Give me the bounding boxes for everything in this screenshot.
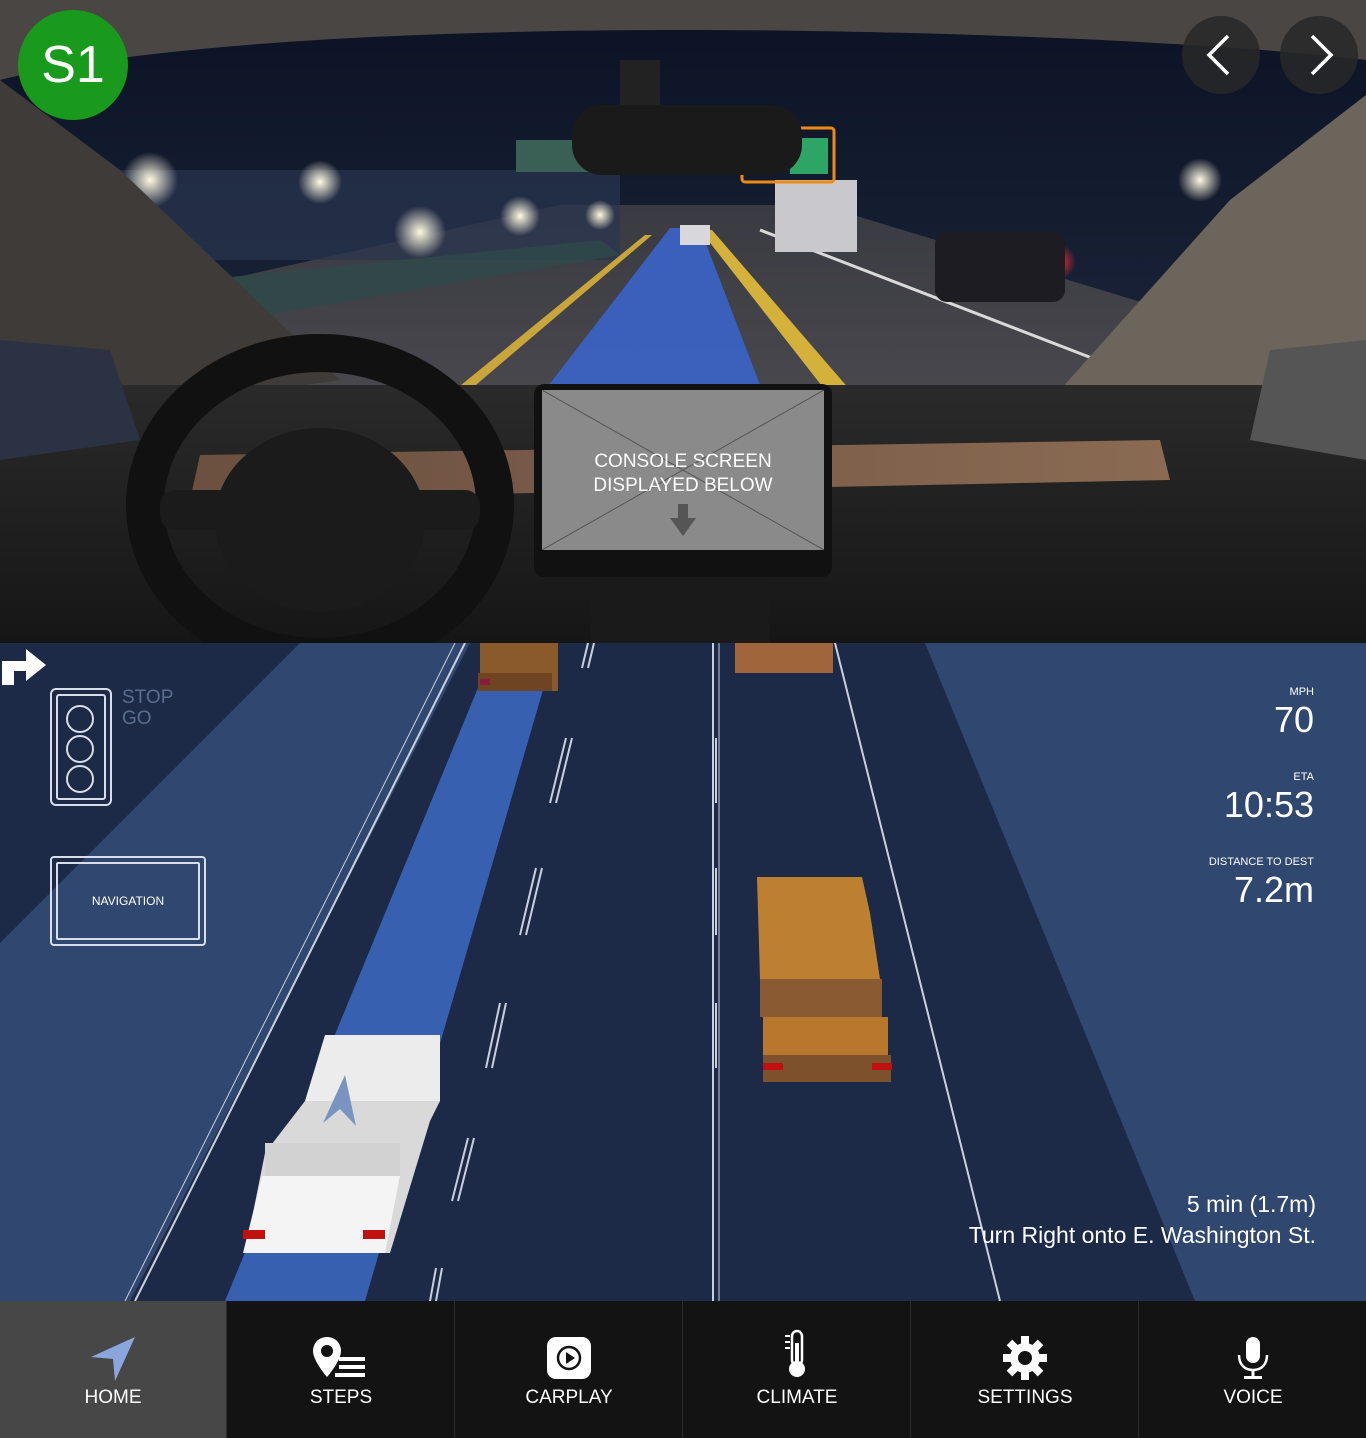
map-pin-list-icon: [313, 1337, 365, 1377]
traffic-light-indicator: [50, 688, 112, 806]
tab-home-label: HOME: [84, 1387, 142, 1408]
stop-lamp-icon: [66, 705, 94, 733]
tab-voice[interactable]: VOICE: [1140, 1301, 1366, 1438]
turn-right-arrow-icon: [2, 649, 46, 685]
navigation-arrow-icon: [91, 1337, 135, 1381]
bottom-tab-bar: HOME STEPS CARPLAY CLIMATE SETTINGS VOIC…: [0, 1301, 1366, 1438]
eta-value: 10:53: [1223, 784, 1314, 825]
vehicle-ahead-center: [735, 643, 833, 673]
tab-steps[interactable]: STEPS: [228, 1301, 455, 1438]
ego-vehicle: [243, 1035, 440, 1253]
previous-button[interactable]: [1182, 16, 1260, 94]
carplay-icon: [547, 1337, 591, 1379]
turn-time: 5 min (1.7m): [1186, 1191, 1316, 1217]
tab-voice-label: VOICE: [1223, 1387, 1283, 1408]
scenario-badge: S1: [18, 10, 128, 120]
tab-climate[interactable]: CLIMATE: [684, 1301, 911, 1438]
microphone-icon: [1237, 1337, 1269, 1379]
console-screen: CONSOLE SCREEN DISPLAYED BELOW: [542, 390, 824, 550]
go-label: GO: [122, 708, 152, 729]
driving-map: STOP GO NAVIGATION MPH 70 ETA 10:53 DIST…: [0, 643, 1366, 1301]
next-button[interactable]: [1280, 16, 1358, 94]
chevron-left-icon: [1206, 34, 1230, 76]
tab-carplay[interactable]: CARPLAY: [456, 1301, 683, 1438]
distance-label: DISTANCE TO DEST: [1208, 856, 1314, 868]
mph-value: 70: [1273, 699, 1314, 740]
thermometer-icon: [785, 1329, 805, 1377]
road-visualization: [0, 643, 1366, 1301]
turn-instruction: Turn Right onto E. Washington St.: [968, 1222, 1316, 1248]
gear-icon: [1003, 1336, 1047, 1380]
camera-view: S1 CONSOLE SCREEN DISPLAYED BELOW: [0, 0, 1366, 643]
tab-steps-label: STEPS: [309, 1387, 373, 1408]
tab-carplay-label: CARPLAY: [525, 1387, 613, 1408]
tab-climate-label: CLIMATE: [756, 1387, 838, 1408]
tab-settings-label: SETTINGS: [977, 1387, 1073, 1408]
navigation-label: NAVIGATION: [56, 862, 200, 940]
distance-value: 7.2m: [1233, 869, 1314, 910]
navigation-button[interactable]: NAVIGATION: [50, 856, 206, 946]
caution-lamp-icon: [66, 735, 94, 763]
chevron-right-icon: [1310, 34, 1334, 76]
stop-label: STOP: [122, 687, 174, 708]
vehicle-ahead-left: [478, 643, 558, 691]
console-caption: CONSOLE SCREEN DISPLAYED BELOW: [593, 451, 773, 496]
tab-home[interactable]: HOME: [0, 1301, 227, 1438]
console-screen-placeholder: CONSOLE SCREEN DISPLAYED BELOW: [534, 384, 832, 577]
eta-label: ETA: [1293, 771, 1314, 783]
mph-label: MPH: [1289, 686, 1314, 698]
go-lamp-icon: [66, 765, 94, 793]
vehicle-truck: [757, 877, 892, 1082]
tab-settings[interactable]: SETTINGS: [912, 1301, 1139, 1438]
